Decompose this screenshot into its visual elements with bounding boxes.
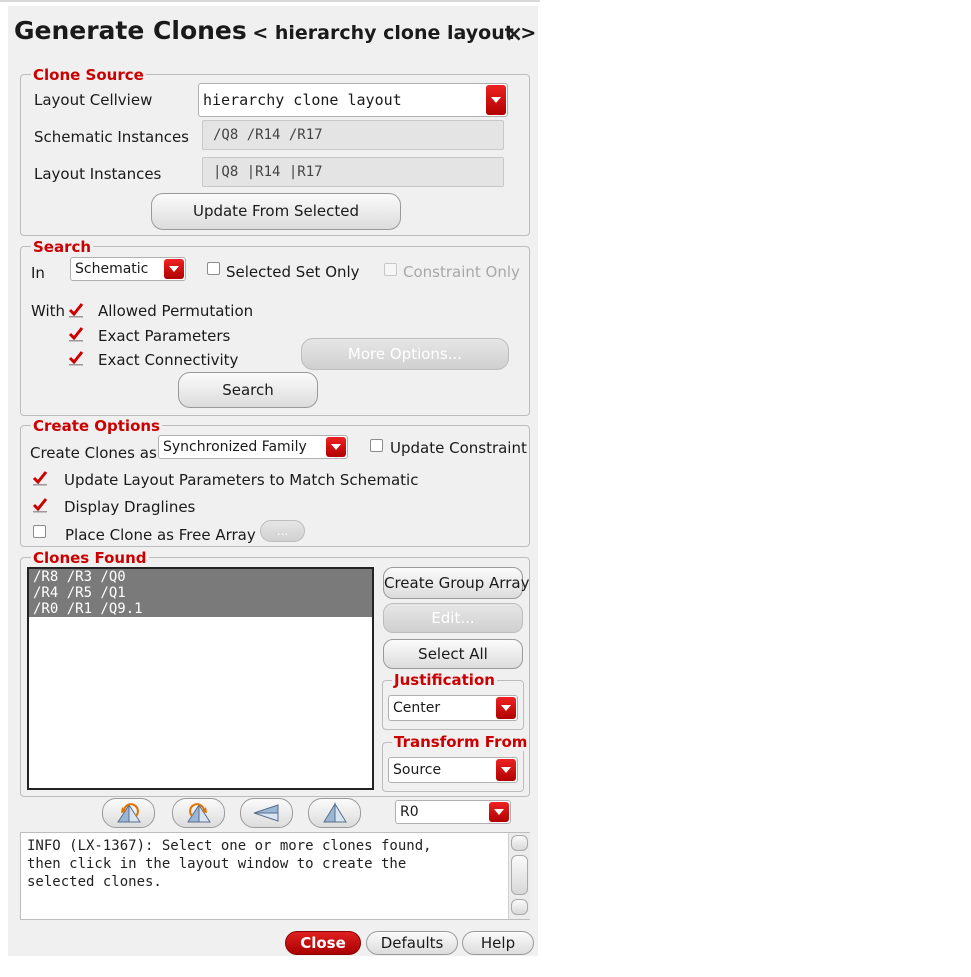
exact-parameters-label: Exact Parameters [98, 327, 231, 345]
rotation-value: R0 [400, 804, 419, 820]
select-all-button[interactable]: Select All [383, 639, 523, 669]
update-layout-params-label: Update Layout Parameters to Match Schema… [64, 471, 419, 489]
constraint-only-label: Constraint Only [403, 263, 520, 281]
message-area: INFO (LX-1367): Select one or more clone… [20, 832, 530, 920]
window-title: Generate Clones < hierarchy clone layout… [14, 16, 536, 45]
update-constraint-checkbox[interactable] [370, 439, 383, 452]
flip-vertical-button[interactable] [240, 798, 293, 828]
clones-found-legend: Clones Found [31, 549, 149, 567]
rotate-left-button[interactable] [102, 798, 155, 828]
chevron-down-icon [326, 437, 346, 457]
justification-legend: Justification [392, 671, 497, 689]
rotation-select[interactable]: R0 [395, 800, 511, 824]
rotate-right-button[interactable] [172, 798, 225, 828]
selected-set-only-label: Selected Set Only [226, 263, 360, 281]
allowed-permutation-checkbox[interactable] [68, 302, 84, 318]
defaults-button[interactable]: Defaults [366, 931, 458, 955]
transform-from-value: Source [393, 762, 442, 778]
exact-connectivity-checkbox[interactable] [68, 350, 84, 366]
list-item[interactable]: /R0 /R1 /Q9.1 [29, 601, 372, 617]
schematic-instances-field: /Q8 /R14 /R17 [202, 120, 504, 150]
create-clones-as-label: Create Clones as [30, 444, 157, 462]
close-window-icon[interactable]: × [503, 24, 525, 46]
layout-instances-label: Layout Instances [34, 165, 162, 183]
create-clones-as-value: Synchronized Family [163, 439, 307, 455]
justification-select[interactable]: Center [388, 695, 518, 721]
search-in-value: Schematic [75, 261, 149, 277]
selected-set-only-checkbox[interactable] [207, 262, 220, 275]
close-button[interactable]: Close [285, 931, 361, 955]
chevron-down-icon [496, 759, 516, 781]
list-item[interactable]: /R8 /R3 /Q0 [29, 569, 372, 585]
place-free-array-label: Place Clone as Free Array [65, 526, 256, 544]
exact-connectivity-label: Exact Connectivity [98, 351, 239, 369]
flip-horizontal-button[interactable] [308, 798, 361, 828]
window-title-main: Generate Clones [14, 16, 247, 45]
search-legend: Search [31, 238, 94, 256]
layout-instances-field: |Q8 |R14 |R17 [202, 157, 504, 187]
window-top-border [0, 0, 540, 2]
display-draglines-label: Display Draglines [64, 498, 196, 516]
flip-horizontal-icon [322, 802, 347, 823]
search-button[interactable]: Search [178, 372, 318, 408]
scroll-up-icon[interactable] [511, 835, 528, 851]
transform-from-legend: Transform From [392, 733, 530, 751]
layout-cellview-value: hierarchy clone layout [203, 91, 402, 109]
justification-value: Center [393, 700, 441, 716]
transform-from-select[interactable]: Source [388, 757, 518, 783]
clone-source-legend: Clone Source [31, 66, 146, 84]
layout-cellview-label: Layout Cellview [34, 91, 153, 109]
chevron-down-icon [164, 259, 184, 279]
search-in-select[interactable]: Schematic [70, 257, 186, 281]
help-button[interactable]: Help [462, 931, 534, 955]
flip-vertical-icon [253, 804, 278, 822]
search-with-label: With [31, 302, 66, 320]
edit-button[interactable]: Edit... [383, 603, 523, 633]
chevron-down-icon [496, 697, 516, 719]
scroll-thumb[interactable] [511, 855, 528, 895]
message-scrollbar[interactable] [508, 833, 530, 919]
free-array-options-button[interactable]: ... [260, 520, 305, 542]
clones-found-list[interactable]: /R8 /R3 /Q0 /R4 /R5 /Q1 /R0 /R1 /Q9.1 [27, 567, 374, 790]
update-constraint-label: Update Constraint [390, 439, 527, 457]
chevron-down-icon [489, 802, 509, 822]
create-options-legend: Create Options [31, 417, 162, 435]
constraint-only-checkbox[interactable] [384, 263, 397, 276]
schematic-instances-label: Schematic Instances [34, 128, 189, 146]
scroll-down-icon[interactable] [511, 899, 528, 915]
window-title-cellview: < hierarchy clone layout > [252, 22, 537, 44]
more-options-button[interactable]: More Options... [301, 338, 509, 370]
update-layout-params-checkbox[interactable] [32, 470, 48, 486]
place-free-array-checkbox[interactable] [33, 525, 46, 538]
display-draglines-checkbox[interactable] [32, 497, 48, 513]
chevron-down-icon [486, 85, 506, 115]
exact-parameters-checkbox[interactable] [68, 326, 84, 342]
layout-cellview-select[interactable]: hierarchy clone layout [198, 83, 508, 117]
search-in-label: In [31, 264, 45, 282]
rotate-right-icon [186, 803, 211, 823]
create-clones-as-select[interactable]: Synchronized Family [158, 435, 348, 459]
rotate-left-icon [116, 803, 141, 823]
update-from-selected-button[interactable]: Update From Selected [151, 193, 401, 230]
list-item[interactable]: /R4 /R5 /Q1 [29, 585, 372, 601]
create-group-array-button[interactable]: Create Group Array [383, 567, 529, 599]
allowed-permutation-label: Allowed Permutation [98, 302, 254, 320]
